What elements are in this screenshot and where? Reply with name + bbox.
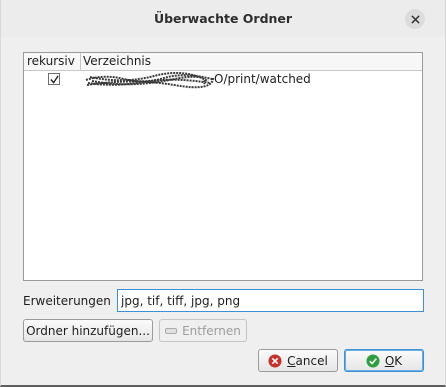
ok-icon [366, 354, 380, 367]
checkmark-icon [50, 75, 59, 84]
extensions-label: Erweiterungen [23, 294, 111, 308]
remove-button[interactable]: Entfernen [159, 319, 247, 342]
redaction-scribble [85, 72, 214, 89]
cancel-label: Cancel [287, 354, 328, 368]
ok-button[interactable]: OK [344, 349, 424, 372]
cancel-icon [268, 354, 282, 367]
remove-icon [165, 327, 178, 334]
directory-path: O/print/watched [214, 72, 311, 86]
close-button[interactable] [405, 9, 425, 29]
table-row[interactable]: O/print/watched [24, 71, 422, 89]
close-icon [410, 14, 420, 24]
dialog-title: Überwachte Ordner [153, 11, 293, 26]
add-folder-label: Ordner hinzufügen... [26, 323, 150, 338]
table-header: rekursiv Verzeichnis [24, 53, 422, 71]
cancel-label-rest: ancel [295, 353, 328, 368]
title-bar: Überwachte Ordner [1, 0, 445, 37]
remove-label: Entfernen [182, 323, 241, 338]
cancel-accelerator: C [287, 353, 296, 368]
column-header-directory[interactable]: Verzeichnis [83, 54, 151, 68]
recursive-checkbox[interactable] [48, 73, 60, 85]
ok-label-rest: K [394, 353, 403, 368]
ok-accelerator: O [384, 353, 395, 368]
extensions-input[interactable] [117, 289, 424, 312]
watched-folders-table[interactable]: rekursiv Verzeichnis O/print/watched [23, 52, 423, 281]
ok-label: OK [385, 354, 402, 368]
column-header-recursive[interactable]: rekursiv [27, 54, 75, 68]
add-folder-button[interactable]: Ordner hinzufügen... [23, 319, 153, 342]
cancel-button[interactable]: Cancel [258, 349, 338, 372]
column-divider[interactable] [80, 53, 81, 70]
watched-folders-dialog: Überwachte Ordner rekursiv Verzeichnis O… [0, 0, 446, 387]
